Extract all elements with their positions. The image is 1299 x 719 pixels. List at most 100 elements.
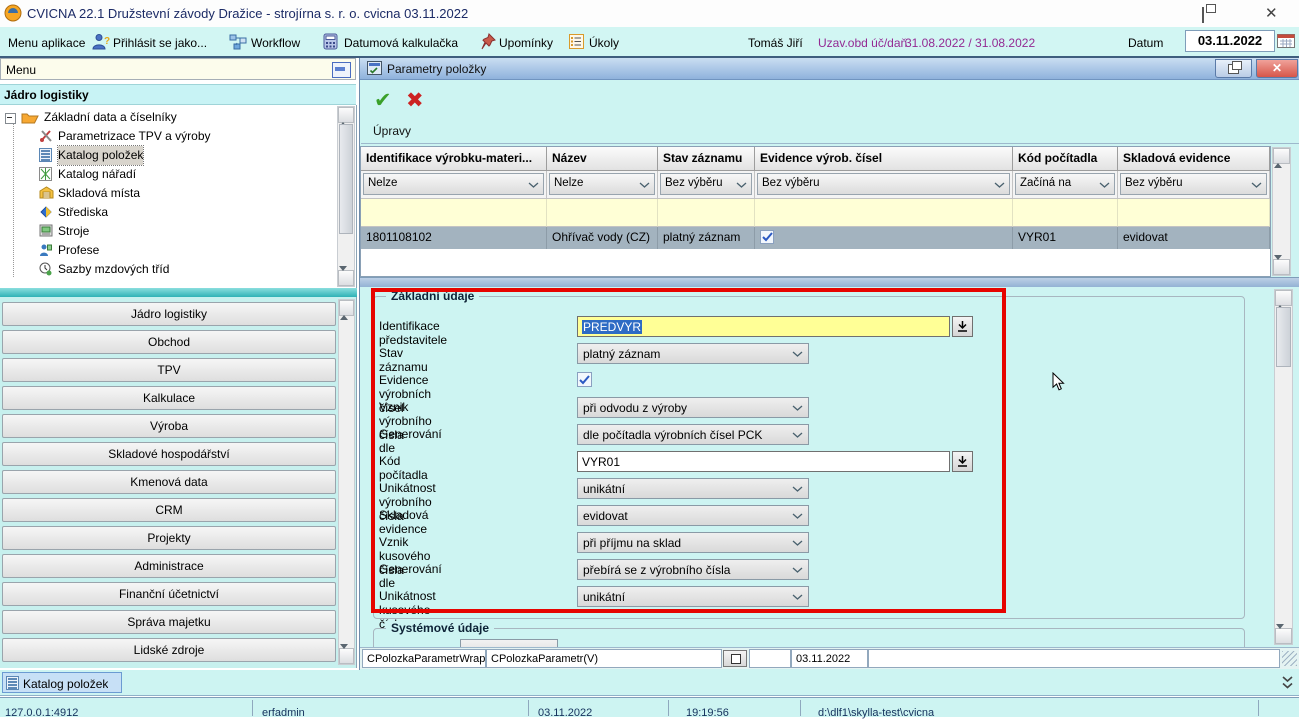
module-financni-ucetnictvi[interactable]: Finanční účetnictví [2,582,336,606]
tasks-button[interactable]: Úkoly [589,36,619,50]
unikatnost-kusoveho-cisla-combo[interactable]: unikátní [577,586,809,607]
tree-item-parametrizace[interactable]: Parametrizace TPV a výroby [0,127,330,146]
column-header[interactable]: Kód počítadla [1013,147,1118,171]
module-lidske-zdroje[interactable]: Lidské zdroje [2,638,336,662]
vznik-kusoveho-cisla-combo[interactable]: při příjmu na sklad [577,532,809,553]
filter-combo[interactable]: Začíná na [1015,173,1115,195]
maximize-button[interactable] [1202,8,1204,22]
tree-item-profese[interactable]: Profese [0,241,330,260]
tree-scrollbar[interactable] [337,106,355,287]
scroll-up-button[interactable] [338,107,354,123]
column-header[interactable]: Identifikace výrobku-materi... [361,147,547,171]
chevron-down-icon [528,182,539,188]
collapse-node-icon[interactable] [5,113,16,124]
scroll-up-button[interactable] [1275,290,1292,306]
quickfilter-cell[interactable] [755,199,1013,227]
panel-restore-button[interactable] [1215,59,1252,78]
tree-node-zakladni-data[interactable]: Základní data a číselníky [0,108,330,127]
column-header[interactable]: Evidence výrob. čísel [755,147,1013,171]
tree-item-stroje[interactable]: Stroje [0,222,330,241]
lookup-button[interactable] [952,316,973,337]
module-crm[interactable]: CRM [2,498,336,522]
filter-combo[interactable]: Nelze [549,173,655,195]
filter-combo[interactable]: Nelze [363,173,544,195]
scroll-up-icon [1274,149,1282,168]
close-button[interactable]: ✕ [1265,4,1278,22]
status-divider [252,700,253,716]
calendar-icon[interactable] [1277,32,1295,52]
confirm-button[interactable]: ✔ [374,90,392,111]
module-kmenova-data[interactable]: Kmenová data [2,470,336,494]
module-sprava-majetku[interactable]: Správa majetku [2,610,336,634]
module-jadro-logistiky[interactable]: Jádro logistiky [2,302,336,326]
date-calculator-button[interactable]: Datumová kalkulačka [344,36,458,50]
scrollbar-thumb[interactable] [339,124,353,234]
module-projekty[interactable]: Projekty [2,526,336,550]
quickfilter-cell[interactable] [658,199,755,227]
filter-combo[interactable]: Bez výběru [757,173,1010,195]
tree-item-katalog-polozek[interactable]: Katalog položek [0,146,330,165]
module-kalkulace[interactable]: Kalkulace [2,386,336,410]
quickfilter-cell[interactable] [361,199,547,227]
panel-splitter[interactable] [0,288,357,297]
horizontal-splitter[interactable] [360,277,1299,287]
menu-tree: Základní data a číselníky Parametrizace … [0,105,357,288]
column-header[interactable]: Název [547,147,658,171]
module-obchod[interactable]: Obchod [2,330,336,354]
workflow-button[interactable]: Workflow [251,36,300,50]
grid-scrollbar[interactable] [1272,147,1291,276]
scroll-down-button[interactable] [338,270,354,286]
tree-item-sazby[interactable]: Sazby mzdových tříd [0,260,330,279]
panel-close-button[interactable]: ✕ [1256,59,1298,78]
quickfilter-cell[interactable] [547,199,658,227]
scroll-up-button[interactable] [1273,148,1290,164]
identifikace-predstavitele-input[interactable]: PREDVYR [577,316,950,337]
tree-item-katalog-naradi[interactable]: Katalog nářadí [0,165,330,184]
chevron-double-down-icon[interactable] [1281,675,1294,693]
tree-item-strediska[interactable]: Střediska [0,203,330,222]
filter-combo[interactable]: Bez výběru [1120,173,1267,195]
lookup-button[interactable] [952,451,973,472]
quickfilter-cell[interactable] [1118,199,1270,227]
resize-grip-icon[interactable] [1282,651,1297,666]
column-header[interactable]: Stav záznamu [658,147,755,171]
module-skladove-hospodarstvi[interactable]: Skladové hospodářství [2,442,336,466]
scroll-down-button[interactable] [1273,259,1290,275]
filter-value: Začíná na [1020,177,1071,189]
generovani-dle-kusove-combo[interactable]: přebírá se z výrobního čísla [577,559,809,580]
grid-data-row[interactable]: 1801108102 Ohřívač vody (CZ) platný zázn… [361,227,1270,249]
module-vyroba[interactable]: Výroba [2,414,336,438]
scroll-down-button[interactable] [339,648,354,664]
tab-katalog-polozek[interactable]: Katalog položek [2,672,122,693]
module-tpv[interactable]: TPV [2,358,336,382]
scroll-up-button[interactable] [339,300,354,316]
stav-zaznamu-combo[interactable]: platný záznam [577,343,809,364]
scroll-down-button[interactable] [1275,628,1292,644]
vznik-vyrobniho-cisla-combo[interactable]: při odvodu z výroby [577,397,809,418]
cancel-button[interactable]: ✖ [406,90,424,111]
accordion-scrollbar[interactable] [338,299,355,665]
filter-combo[interactable]: Bez výběru [660,173,752,195]
quickfilter-cell[interactable] [1013,199,1118,227]
record-state-button[interactable] [723,650,747,667]
skladova-evidence-combo[interactable]: evidovat [577,505,809,526]
module-administrace[interactable]: Administrace [2,554,336,578]
login-as-icon: ? [92,33,111,53]
date-input[interactable]: 03.11.2022 [1185,30,1275,52]
filter-value: Bez výběru [1125,177,1183,189]
tree-item-skladova-mista[interactable]: Skladová místa [0,184,330,203]
scrollbar-thumb[interactable] [1276,307,1291,367]
collapse-panel-button[interactable] [332,62,351,78]
menu-aplikace-button[interactable]: Menu aplikace [8,36,85,50]
evidence-checkbox-checked[interactable] [577,372,592,387]
unikatnost-vyrobniho-cisla-combo[interactable]: unikátní [577,478,809,499]
status-divider [668,700,669,716]
form-scrollbar[interactable] [1274,289,1293,645]
login-as-button[interactable]: Přihlásit se jako... [113,36,207,50]
selected-text: PREDVYR [582,320,642,334]
system-partial-button[interactable] [460,639,558,647]
kod-pocitadla-input[interactable]: VYR01 [577,451,950,472]
column-header[interactable]: Skladová evidence [1118,147,1270,171]
reminders-button[interactable]: Upomínky [499,36,553,50]
generovani-dle-combo[interactable]: dle počítadla výrobních čísel PCK [577,424,809,445]
